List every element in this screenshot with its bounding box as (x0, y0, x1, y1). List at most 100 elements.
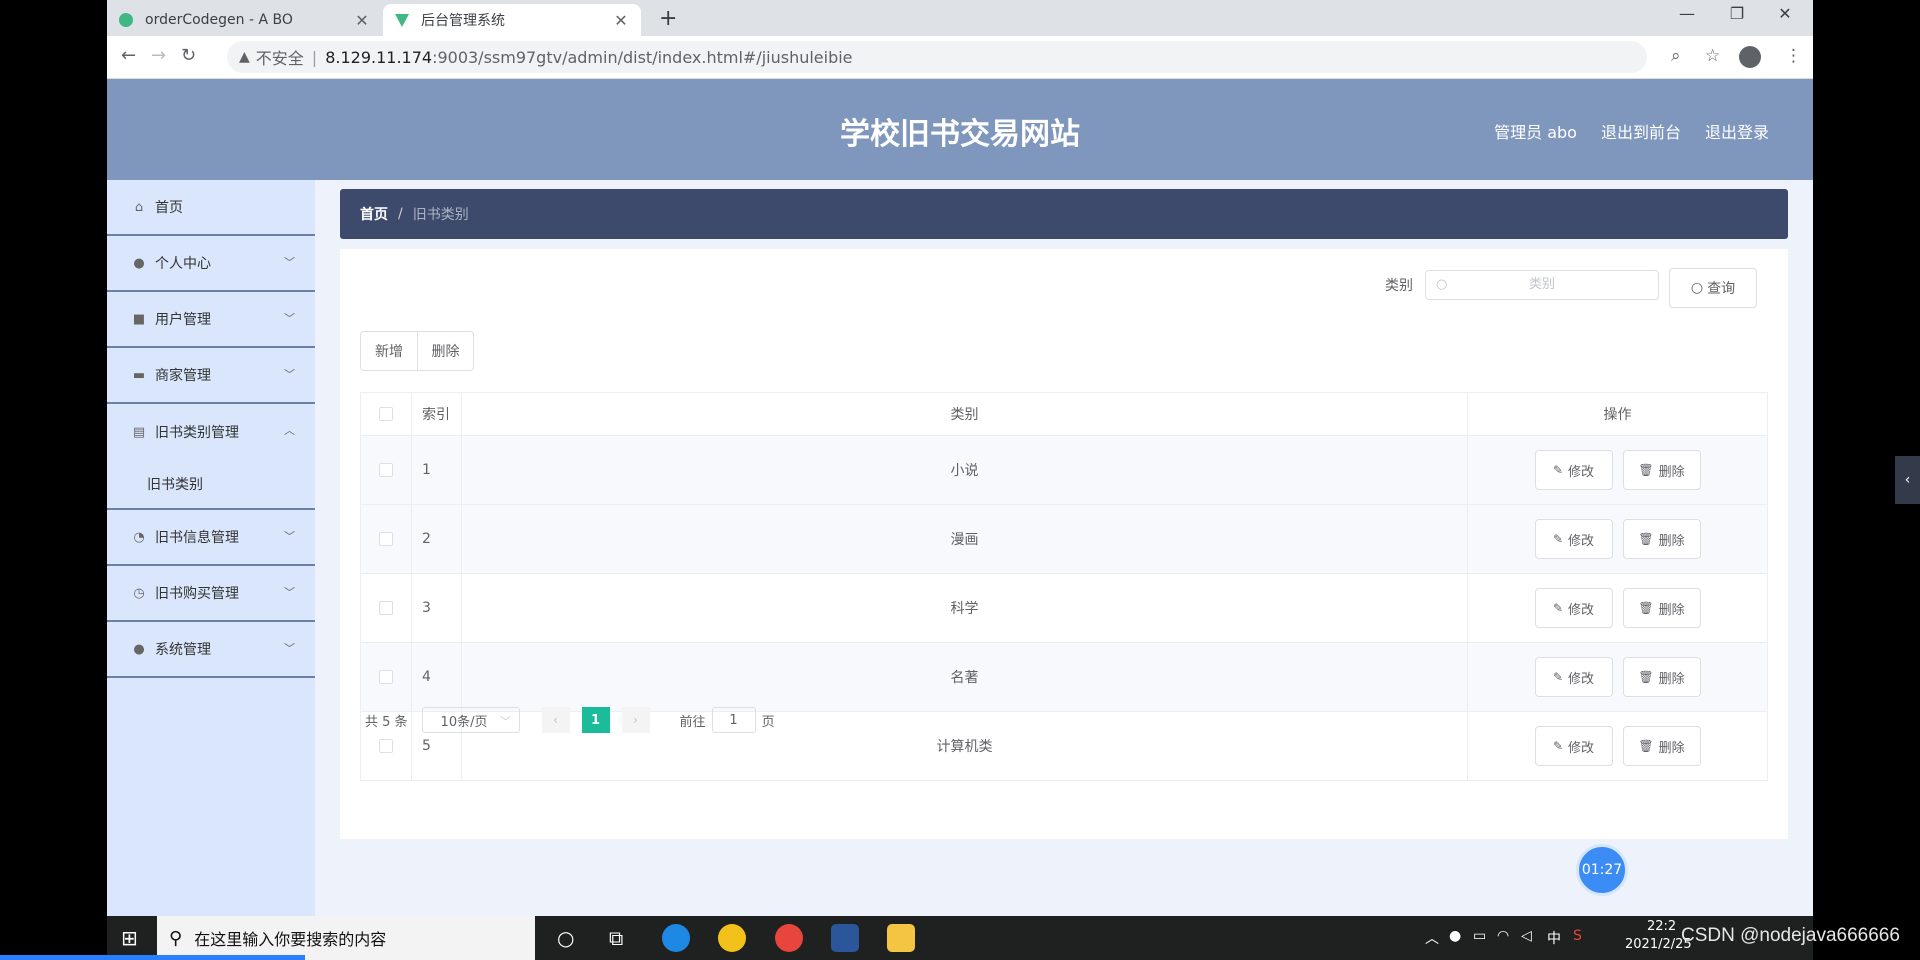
windows-start-icon[interactable]: ⊞ (121, 926, 138, 950)
task-view-icon[interactable]: ⧉ (609, 926, 623, 950)
volume-icon[interactable]: ◁ (1521, 928, 1532, 944)
bookmark-star-icon[interactable]: ☆ (1705, 46, 1720, 66)
close-tab-icon[interactable]: ✕ (613, 11, 629, 30)
edge-browser-icon[interactable] (662, 924, 690, 952)
exit-to-frontend-link[interactable]: 退出到前台 (1601, 119, 1681, 143)
edit-icon: ✎ (1552, 670, 1564, 684)
edit-icon: ✎ (1552, 601, 1564, 615)
pagination-total: 共 5 条 (365, 714, 408, 730)
taskbar-search-input[interactable]: ⚲ 在这里输入你要搜索的内容 (157, 916, 535, 960)
sidebar-item-user-management[interactable]: ■ 用户管理 ﹀ (107, 292, 315, 348)
delete-label: 删除 (1658, 740, 1685, 756)
search-label: 类别 (1385, 278, 1413, 294)
forward-icon[interactable]: → (151, 45, 166, 66)
reload-icon[interactable]: ↻ (181, 45, 196, 66)
next-page-button[interactable]: › (621, 707, 650, 733)
sidebar-item-label: 旧书购买管理 (155, 586, 239, 602)
delete-button[interactable]: 🗑 删除 (1622, 588, 1701, 628)
recording-timer[interactable]: 01:27 (1576, 844, 1628, 896)
browser-tab-admin[interactable]: 后台管理系统 ✕ (383, 4, 641, 36)
tray-chevron-up-icon[interactable]: ︿ (1425, 928, 1439, 948)
back-icon[interactable]: ← (121, 45, 136, 66)
app-yellow-icon[interactable] (718, 924, 746, 952)
ime-indicator[interactable]: 中 (1547, 928, 1561, 948)
menu-kebab-icon[interactable]: ⋮ (1785, 46, 1802, 66)
select-all-checkbox[interactable] (379, 407, 393, 421)
add-button[interactable]: 新增 (360, 331, 418, 371)
actions-cell: ✎ 修改 🗑 删除 (1468, 712, 1767, 780)
sidebar-item-label: 用户管理 (155, 312, 211, 328)
battery-icon: ▭ (1473, 928, 1487, 944)
app-header: 学校旧书交易网站 管理员 abo 退出到前台 退出登录 (107, 79, 1813, 180)
sidebar-item-merchant-management[interactable]: ▬ 商家管理 ﹀ (107, 348, 315, 404)
edit-button[interactable]: ✎ 修改 (1534, 588, 1613, 628)
sidebar-item-book-info-management[interactable]: ◔ 旧书信息管理 ﹀ (107, 510, 315, 566)
prev-page-button[interactable]: ‹ (541, 707, 570, 733)
row-checkbox[interactable] (379, 532, 393, 546)
zoom-icon[interactable]: ⌕ (1671, 46, 1681, 66)
sidebar-subitem-book-category[interactable]: 旧书类别 (107, 460, 315, 510)
goto-page-input[interactable]: 1 (711, 707, 756, 733)
query-button[interactable]: ○ 查询 (1669, 268, 1757, 308)
page-size-value: 10条/页 (440, 714, 488, 730)
edit-label: 修改 (1568, 464, 1595, 480)
windows-taskbar: ⊞ ⚲ 在这里输入你要搜索的内容 ○ ⧉ ︿ ● ▭ ◠ ◁ 中 S 22:2 … (107, 916, 1813, 960)
logout-link[interactable]: 退出登录 (1705, 119, 1769, 143)
file-explorer-icon[interactable] (887, 924, 915, 952)
row-checkbox[interactable] (379, 670, 393, 684)
row-checkbox[interactable] (379, 739, 393, 753)
trash-icon: 🗑 (1638, 601, 1654, 615)
actions-cell: ✎ 修改 🗑 删除 (1468, 436, 1767, 504)
video-progress-bar (0, 955, 305, 960)
breadcrumb-home[interactable]: 首页 (360, 204, 388, 224)
page-size-select[interactable]: 10条/页 ﹀ (421, 707, 520, 733)
delete-button[interactable]: 🗑 删除 (1622, 519, 1701, 559)
browser-tab-ordercodegen[interactable]: orderCodegen - A BO ✕ (107, 4, 382, 36)
edit-button[interactable]: ✎ 修改 (1534, 726, 1613, 766)
qq-icon[interactable]: ● (1449, 928, 1461, 944)
edit-button[interactable]: ✎ 修改 (1534, 450, 1613, 490)
close-tab-icon[interactable]: ✕ (354, 11, 370, 30)
delete-button[interactable]: 🗑 删除 (1622, 450, 1701, 490)
category-search-input[interactable]: ○ 类别 (1425, 270, 1659, 300)
maximize-icon[interactable]: ❐ (1717, 4, 1757, 23)
chevron-left-icon: ‹ (1904, 472, 1911, 488)
browser-window: orderCodegen - A BO ✕ 后台管理系统 ✕ + — ❐ ✕ ←… (107, 0, 1813, 960)
sidebar-item-home[interactable]: ⌂ 首页 (107, 180, 315, 236)
warning-icon: ▲ (239, 49, 250, 65)
row-checkbox[interactable] (379, 463, 393, 477)
tab-title: orderCodegen - A BO (145, 12, 293, 28)
delete-button[interactable]: 🗑 删除 (1622, 657, 1701, 697)
table-header: 索引 类别 操作 (361, 393, 1767, 436)
delete-label: 删除 (1658, 671, 1685, 687)
cortana-icon[interactable]: ○ (557, 926, 574, 950)
wifi-icon[interactable]: ◠ (1497, 928, 1509, 944)
sidebar-item-system-management[interactable]: ● 系统管理 ﹀ (107, 622, 315, 678)
sidebar-item-label: 个人中心 (155, 256, 211, 272)
sogou-ime-icon[interactable]: S (1573, 928, 1582, 944)
sidebar-item-personal-center[interactable]: ● 个人中心 ﹀ (107, 236, 315, 292)
index-cell: 4 (412, 643, 462, 711)
chrome-browser-icon[interactable] (775, 924, 803, 952)
search-icon: ○ (1436, 277, 1448, 292)
sidebar-item-book-purchase-management[interactable]: ◷ 旧书购买管理 ﹀ (107, 566, 315, 622)
window-close-icon[interactable]: ✕ (1765, 4, 1805, 23)
side-collapse-tab[interactable]: ‹ (1895, 456, 1920, 504)
url-separator: | (311, 47, 318, 67)
new-tab-icon[interactable]: + (659, 6, 677, 31)
sidebar-item-book-category-management[interactable]: ▤ 旧书类别管理 ︿ (107, 404, 315, 460)
profile-avatar-icon[interactable] (1739, 46, 1761, 68)
word-icon[interactable] (831, 924, 859, 952)
current-page-button[interactable]: 1 (581, 707, 610, 733)
batch-delete-button[interactable]: 删除 (417, 331, 474, 371)
index-cell: 2 (412, 505, 462, 573)
edit-button[interactable]: ✎ 修改 (1534, 519, 1613, 559)
delete-button[interactable]: 🗑 删除 (1622, 726, 1701, 766)
minimize-icon[interactable]: — (1667, 4, 1707, 23)
url-field[interactable]: ▲ 不安全 | 8.129.11.174 :9003/ssm97gtv/admi… (227, 41, 1647, 73)
row-checkbox[interactable] (379, 601, 393, 615)
chevron-down-icon: ﹀ (284, 642, 295, 655)
chevron-down-icon: ﹀ (284, 312, 295, 325)
column-header-actions: 操作 (1603, 407, 1632, 423)
edit-button[interactable]: ✎ 修改 (1534, 657, 1613, 697)
